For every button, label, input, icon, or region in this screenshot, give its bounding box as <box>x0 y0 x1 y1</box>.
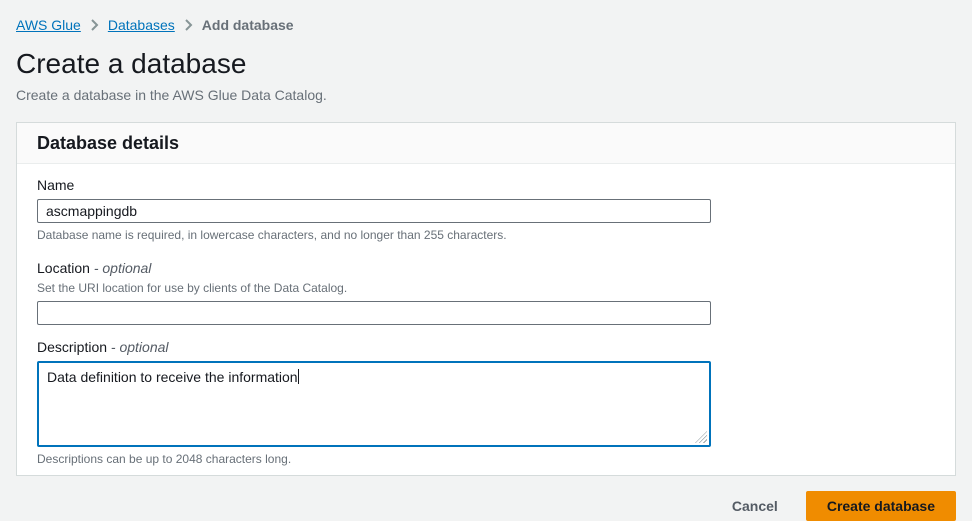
database-details-panel: Database details Name Database name is r… <box>16 122 956 476</box>
location-description-text: Set the URI location for use by clients … <box>37 281 935 295</box>
location-label: Location - optional <box>37 259 935 277</box>
location-input[interactable] <box>37 301 711 325</box>
form-actions: Cancel Create database <box>16 491 956 521</box>
description-optional-text: - optional <box>111 339 169 355</box>
resize-handle-icon[interactable] <box>695 431 707 443</box>
description-textarea-value: Data definition to receive the informati… <box>47 369 298 385</box>
description-label-text: Description <box>37 339 107 355</box>
breadcrumb-link-databases[interactable]: Databases <box>108 16 175 34</box>
breadcrumb-current: Add database <box>202 16 294 34</box>
chevron-right-icon <box>90 19 99 31</box>
panel-title: Database details <box>17 123 955 164</box>
name-field-group: Name Database name is required, in lower… <box>37 176 935 242</box>
text-caret <box>298 369 299 384</box>
name-input[interactable] <box>37 199 711 223</box>
name-label: Name <box>37 176 935 194</box>
cancel-button[interactable]: Cancel <box>728 492 782 520</box>
breadcrumb-link-aws-glue[interactable]: AWS Glue <box>16 16 81 34</box>
panel-body: Name Database name is required, in lower… <box>17 164 955 475</box>
name-constraint-text: Database name is required, in lowercase … <box>37 228 935 242</box>
location-field-group: Location - optional Set the URI location… <box>37 259 935 325</box>
create-database-button[interactable]: Create database <box>806 491 956 521</box>
description-constraint-text: Descriptions can be up to 2048 character… <box>37 452 935 466</box>
page-subtitle: Create a database in the AWS Glue Data C… <box>16 85 956 105</box>
location-optional-text: - optional <box>94 260 152 276</box>
page-title: Create a database <box>16 47 956 81</box>
breadcrumb: AWS Glue Databases Add database <box>16 16 956 34</box>
description-field-group: Description - optional Data definition t… <box>37 338 935 466</box>
chevron-right-icon <box>184 19 193 31</box>
location-label-text: Location <box>37 260 90 276</box>
page: AWS Glue Databases Add database Create a… <box>0 0 972 521</box>
description-label: Description - optional <box>37 338 935 356</box>
description-textarea[interactable]: Data definition to receive the informati… <box>37 361 711 447</box>
